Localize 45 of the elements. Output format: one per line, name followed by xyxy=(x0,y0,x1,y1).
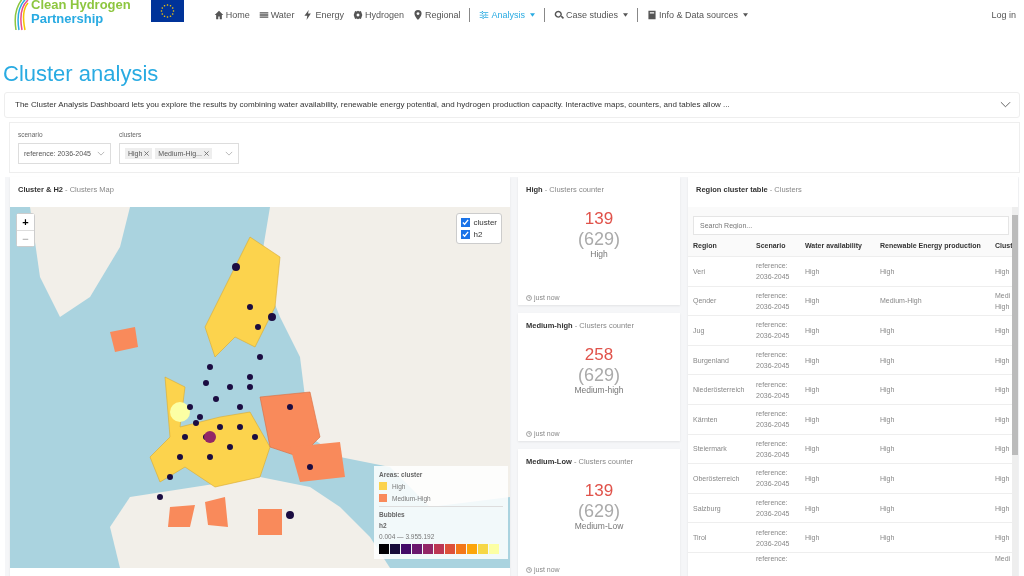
nav-link[interactable]: Hydrogen xyxy=(352,10,404,20)
counter-value: 258 xyxy=(584,345,614,365)
color-scale-icon xyxy=(379,544,500,554)
chevron-down-icon xyxy=(224,151,233,156)
map-pin-icon xyxy=(412,10,423,20)
nav-link[interactable]: Case studies xyxy=(554,10,628,20)
login-link[interactable]: Log in xyxy=(991,10,1016,20)
nav-link[interactable]: Regional xyxy=(412,10,461,20)
clock-icon xyxy=(526,430,532,437)
layer-label: h2 xyxy=(473,230,483,239)
book-icon xyxy=(647,10,657,20)
nav-link[interactable]: Water xyxy=(258,10,295,20)
clock-icon xyxy=(526,294,532,301)
scrollbar[interactable] xyxy=(1012,207,1018,576)
chevron-down-icon xyxy=(1000,101,1011,108)
nav-link[interactable]: Info & Data sources xyxy=(647,10,749,20)
close-icon[interactable] xyxy=(144,151,150,156)
counter-value: 139 xyxy=(584,481,614,501)
counter-total: (629) xyxy=(578,229,620,249)
eu-flag-icon xyxy=(150,0,184,22)
sliders-icon xyxy=(479,10,490,20)
lines-icon xyxy=(258,10,269,20)
layer-checkbox[interactable] xyxy=(461,230,471,239)
page-title: Cluster analysis xyxy=(3,60,160,88)
nav-link[interactable]: Energy xyxy=(303,10,344,20)
gear-icon xyxy=(352,10,363,20)
counter-label: Medium-Low xyxy=(574,521,624,531)
chevron-down-icon xyxy=(96,151,105,156)
description-text: The Cluster Analysis Dashboard lets you explore the results by combining water availability, renewable energy potential, and hydrogen production capacity. Interactive maps, counters, and tables allow ... xyxy=(15,100,730,109)
counter-label: High xyxy=(590,249,608,259)
home-icon xyxy=(213,10,224,20)
search-icon xyxy=(554,10,564,20)
close-icon[interactable] xyxy=(203,151,209,156)
logo-text: Clean Hydrogen xyxy=(31,0,131,12)
layer-checkbox[interactable] xyxy=(461,218,471,227)
counter-total: (629) xyxy=(578,501,620,521)
nav-link[interactable]: Home xyxy=(213,10,250,20)
logo-swirl-icon xyxy=(12,0,29,31)
counter-value: 139 xyxy=(584,209,614,229)
description-panel[interactable] xyxy=(4,92,1020,118)
clock-icon xyxy=(526,566,532,573)
logo-text: Partnership xyxy=(31,12,104,26)
layer-label: cluster xyxy=(473,218,497,227)
counter-label: Medium-high xyxy=(574,385,624,395)
counter-total: (629) xyxy=(578,365,620,385)
